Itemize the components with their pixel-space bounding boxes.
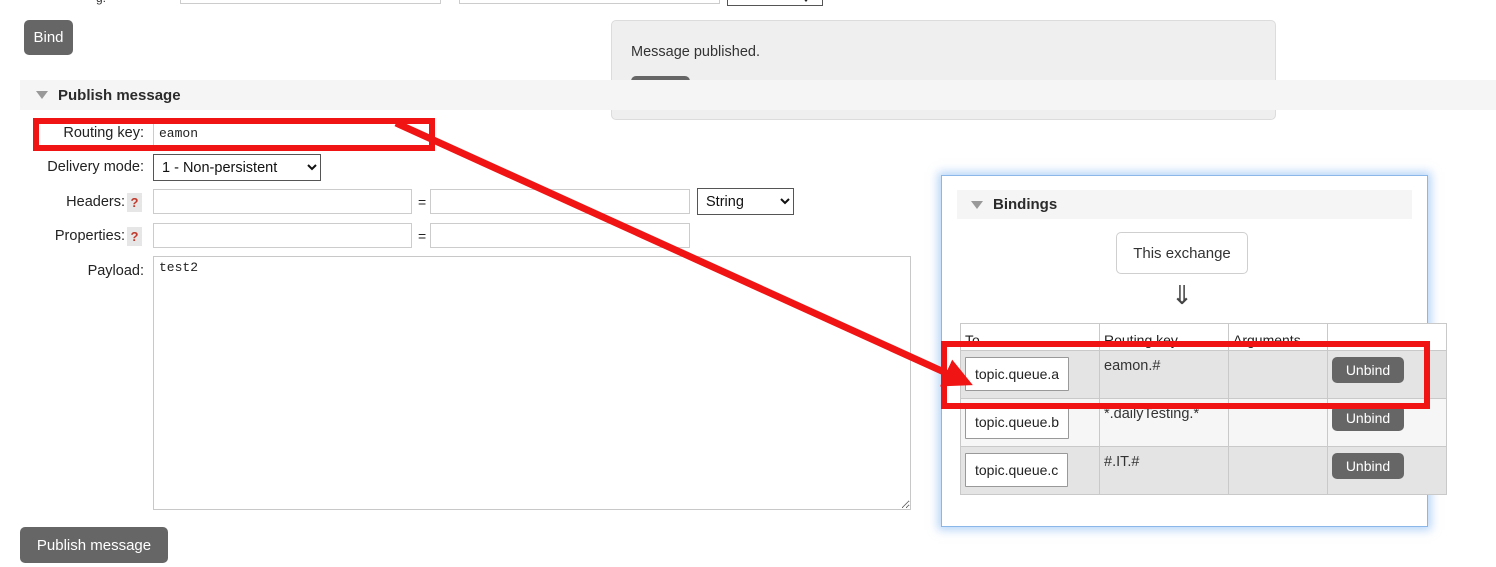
routing-key-label: Routing key: [63,125,144,141]
bindings-table-header-row: To Routing key Arguments [960,323,1447,351]
delivery-mode-label: Delivery mode: [47,159,144,175]
unbind-button[interactable]: Unbind [1332,357,1404,383]
flow-down-arrow-icon: ⇓ [1171,280,1193,310]
cut-off-label: g: [96,0,106,5]
cut-off-input-2[interactable] [459,0,720,4]
binding-routing-key-cell: #.IT.# [1099,446,1229,495]
unbind-button[interactable]: Unbind [1332,405,1404,431]
properties-help-icon[interactable]: ? [127,227,142,246]
properties-label: Properties: [54,228,125,244]
cut-off-select[interactable] [727,0,823,6]
column-header-to[interactable]: To [960,323,1100,351]
queue-link[interactable]: topic.queue.c [965,453,1069,487]
payload-textarea[interactable]: test2 [153,256,911,510]
table-row: topic.queue.a eamon.# Unbind [960,350,1447,399]
headers-type-select[interactable]: StringNumberBooleanList [697,188,794,215]
binding-action-cell: Unbind [1327,398,1447,447]
binding-arguments-cell [1228,350,1328,399]
this-exchange-node[interactable]: This exchange [1116,232,1248,274]
this-exchange-label: This exchange [1133,244,1231,262]
unbind-button[interactable]: Unbind [1332,453,1404,479]
routing-key-value: *.dailyTesting.* [1104,406,1200,422]
bindings-table: To Routing key Arguments topic.queue.a ea… [960,323,1447,495]
bindings-title: Bindings [993,196,1058,213]
publish-message-title: Publish message [58,86,181,104]
headers-help-icon[interactable]: ? [127,193,142,212]
routing-key-value: #.IT.# [1104,454,1140,470]
caret-down-icon [36,91,48,99]
table-row: topic.queue.c #.IT.# Unbind [960,446,1447,495]
delivery-mode-select[interactable]: 1 - Non-persistent2 - Persistent [153,154,321,181]
headers-equals-sign: = [418,194,427,210]
binding-routing-key-cell: eamon.# [1099,350,1229,399]
binding-routing-key-cell: *.dailyTesting.* [1099,398,1229,447]
properties-key-input[interactable] [153,223,412,248]
publish-message-button[interactable]: Publish message [20,527,168,563]
binding-to-cell: topic.queue.a [960,350,1100,399]
column-header-arguments[interactable]: Arguments [1228,323,1328,351]
properties-equals-sign: = [418,228,427,244]
column-header-routing-key[interactable]: Routing key [1099,323,1229,351]
column-header-actions [1327,323,1447,351]
headers-key-input[interactable] [153,189,412,214]
page-root: g: Bind Message published. Close Publish… [0,0,1496,567]
cut-off-input-1[interactable] [180,0,441,4]
bind-button[interactable]: Bind [24,20,73,55]
routing-key-value: eamon.# [1104,358,1161,374]
routing-key-input[interactable] [153,121,430,146]
binding-to-cell: topic.queue.c [960,446,1100,495]
binding-arguments-cell [1228,446,1328,495]
binding-action-cell: Unbind [1327,350,1447,399]
caret-down-icon [971,200,983,209]
queue-link[interactable]: topic.queue.a [965,357,1070,391]
binding-to-cell: topic.queue.b [960,398,1100,447]
toast-message: Message published. [631,44,760,60]
bindings-section-header[interactable]: Bindings [957,190,1412,219]
payload-label: Payload: [87,263,144,279]
publish-message-section-header[interactable]: Publish message [20,80,1496,110]
binding-arguments-cell [1228,398,1328,447]
binding-action-cell: Unbind [1327,446,1447,495]
bindings-panel: Bindings This exchange ⇓ To Routing key … [941,175,1447,527]
queue-link[interactable]: topic.queue.b [965,405,1070,439]
headers-value-input[interactable] [430,189,690,214]
headers-label: Headers: [66,194,125,210]
table-row: topic.queue.b *.dailyTesting.* Unbind [960,398,1447,447]
properties-value-input[interactable] [430,223,690,248]
